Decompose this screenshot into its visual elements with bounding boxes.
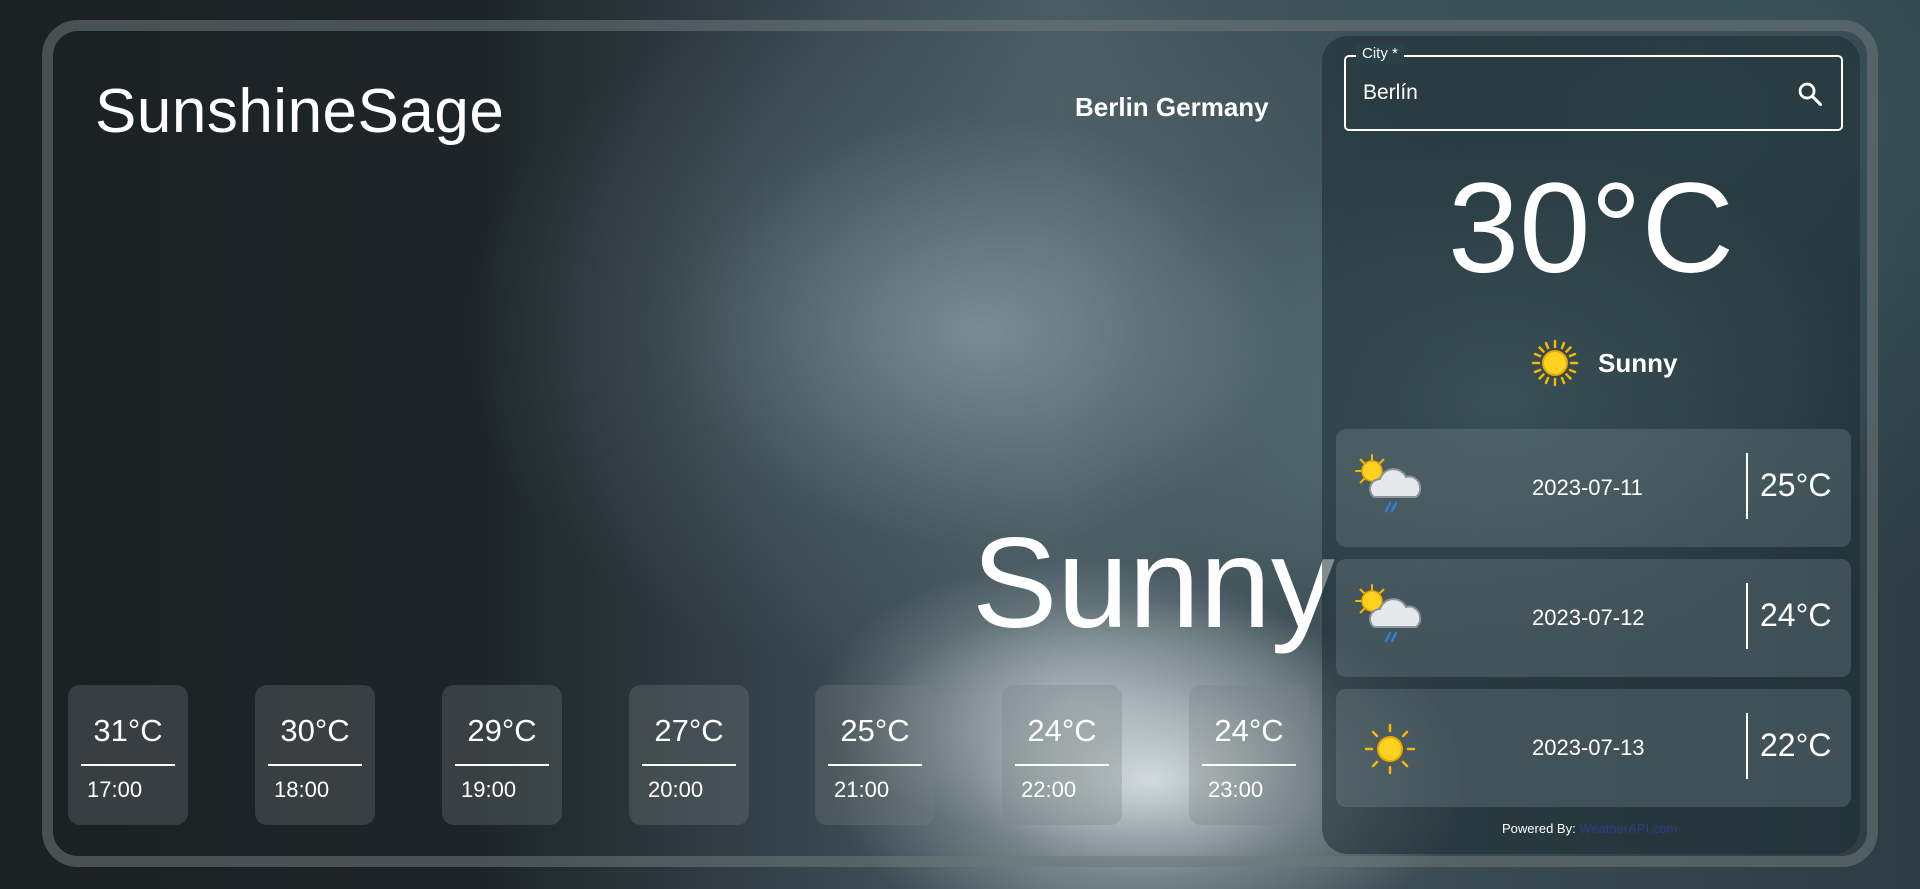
- daily-date: 2023-07-13: [1532, 735, 1645, 760]
- current-condition: Sunny: [1530, 338, 1677, 388]
- hourly-card: 31°C 17:00: [68, 685, 188, 825]
- powered-by: Powered By: WeatherAPI.com: [1502, 821, 1677, 836]
- hourly-time: 20:00: [648, 777, 704, 802]
- hourly-divider: [642, 764, 736, 766]
- search-icon[interactable]: [1796, 80, 1824, 108]
- hourly-divider: [828, 764, 922, 766]
- hourly-card: 25°C 21:00: [815, 685, 935, 825]
- daily-divider: [1746, 583, 1748, 649]
- hourly-divider: [268, 764, 362, 766]
- hourly-time: 23:00: [1208, 777, 1264, 802]
- hourly-temp: 27°C: [654, 713, 724, 748]
- current-condition-text: Sunny: [1598, 347, 1678, 378]
- daily-temp: 24°C: [1760, 597, 1832, 633]
- daily-forecast-card: 2023-07-12 24°C: [1336, 559, 1851, 677]
- daily-temp: 25°C: [1760, 467, 1832, 503]
- powered-by-link[interactable]: WeatherAPI.com: [1579, 821, 1677, 836]
- sun-icon: [1364, 723, 1416, 775]
- hourly-divider: [1015, 764, 1109, 766]
- hourly-temp: 29°C: [467, 713, 537, 748]
- hourly-time: 19:00: [461, 777, 517, 802]
- hourly-temp: 24°C: [1027, 713, 1097, 748]
- city-field-label: City *: [1356, 44, 1404, 64]
- location-label: Berlin Germany: [1075, 92, 1269, 122]
- hourly-temp: 25°C: [840, 713, 910, 748]
- hourly-temp: 30°C: [280, 713, 350, 748]
- hourly-card: 24°C 22:00: [1002, 685, 1122, 825]
- powered-by-label: Powered By:: [1502, 821, 1576, 836]
- sun-icon: [1531, 339, 1579, 387]
- daily-divider: [1746, 453, 1748, 519]
- daily-date: 2023-07-12: [1532, 605, 1645, 630]
- hourly-divider: [81, 764, 175, 766]
- hourly-divider: [455, 764, 549, 766]
- city-search-input[interactable]: [1363, 76, 1783, 110]
- daily-forecast-card: 2023-07-13 22°C: [1336, 689, 1851, 807]
- hourly-time: 21:00: [834, 777, 890, 802]
- hourly-temp: 24°C: [1214, 713, 1284, 748]
- daily-temp: 22°C: [1760, 727, 1832, 763]
- hourly-card: 30°C 18:00: [255, 685, 375, 825]
- hourly-time: 18:00: [274, 777, 330, 802]
- current-temperature: 30°C: [1448, 157, 1734, 300]
- hourly-card: 24°C 23:00: [1189, 685, 1309, 825]
- hourly-divider: [1202, 764, 1296, 766]
- hourly-time: 22:00: [1021, 777, 1077, 802]
- hourly-temp: 31°C: [93, 713, 163, 748]
- app-title: SunshineSage: [95, 77, 505, 146]
- daily-forecast-card: 2023-07-11 25°C: [1336, 429, 1851, 547]
- hourly-card: 29°C 19:00: [442, 685, 562, 825]
- sun-cloud-rain-icon: [1355, 454, 1422, 513]
- daily-date: 2023-07-11: [1532, 475, 1643, 500]
- hourly-card: 27°C 20:00: [629, 685, 749, 825]
- big-condition-text: Sunny: [972, 512, 1335, 655]
- daily-divider: [1746, 713, 1748, 779]
- hourly-time: 17:00: [87, 777, 143, 802]
- sun-cloud-rain-icon: [1355, 584, 1422, 643]
